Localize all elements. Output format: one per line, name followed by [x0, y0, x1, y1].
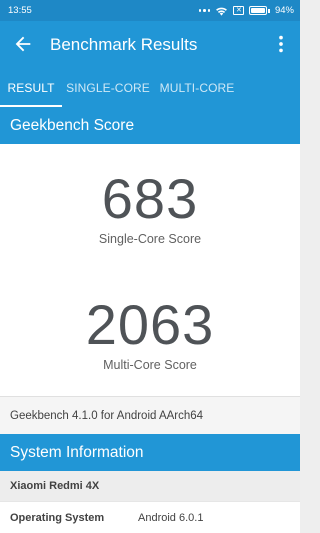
battery-icon	[249, 6, 270, 15]
multi-core-score-value: 2063	[85, 293, 215, 356]
status-icons: ✕ 94%	[198, 5, 294, 16]
more-notifications-icon	[198, 9, 211, 12]
overflow-menu-button[interactable]	[270, 33, 292, 55]
tab-bar: RESULT SINGLE-CORE MULTI-CORE	[0, 68, 300, 107]
more-vert-icon	[279, 35, 283, 53]
status-bar: 13:55 ✕ 94%	[0, 0, 300, 21]
back-button[interactable]	[12, 33, 34, 55]
info-row-operating-system: Operating System Android 6.0.1	[0, 501, 300, 533]
page-title: Benchmark Results	[50, 35, 198, 54]
status-time: 13:55	[8, 5, 32, 16]
single-core-score-label: Single-Core Score	[98, 232, 202, 246]
geekbench-version: Geekbench 4.1.0 for Android AArch64	[0, 396, 300, 434]
wifi-icon	[216, 7, 228, 16]
multi-core-score-label: Multi-Core Score	[103, 358, 197, 372]
arrow-back-icon	[15, 36, 31, 52]
tab-multi-core[interactable]: MULTI-CORE	[154, 68, 240, 107]
score-card: 683 Single-Core Score 2063 Multi-Core Sc…	[0, 144, 300, 396]
device-name: Xiaomi Redmi 4X	[0, 471, 300, 501]
info-value: Android 6.0.1	[138, 511, 204, 524]
system-information-header: System Information	[0, 434, 300, 471]
geekbench-score-header: Geekbench Score	[0, 107, 300, 144]
app-bar: Benchmark Results	[0, 21, 300, 68]
tab-result[interactable]: RESULT	[0, 68, 62, 107]
tab-single-core[interactable]: SINGLE-CORE	[62, 68, 154, 107]
battery-percent: 94%	[274, 5, 294, 16]
no-sim-icon: ✕	[233, 6, 245, 15]
single-core-score-value: 683	[101, 167, 199, 230]
info-key: Operating System	[10, 511, 105, 524]
benchmark-results-screen: 13:55 ✕ 94% Benchmark Results RESULT SIN…	[0, 0, 300, 533]
